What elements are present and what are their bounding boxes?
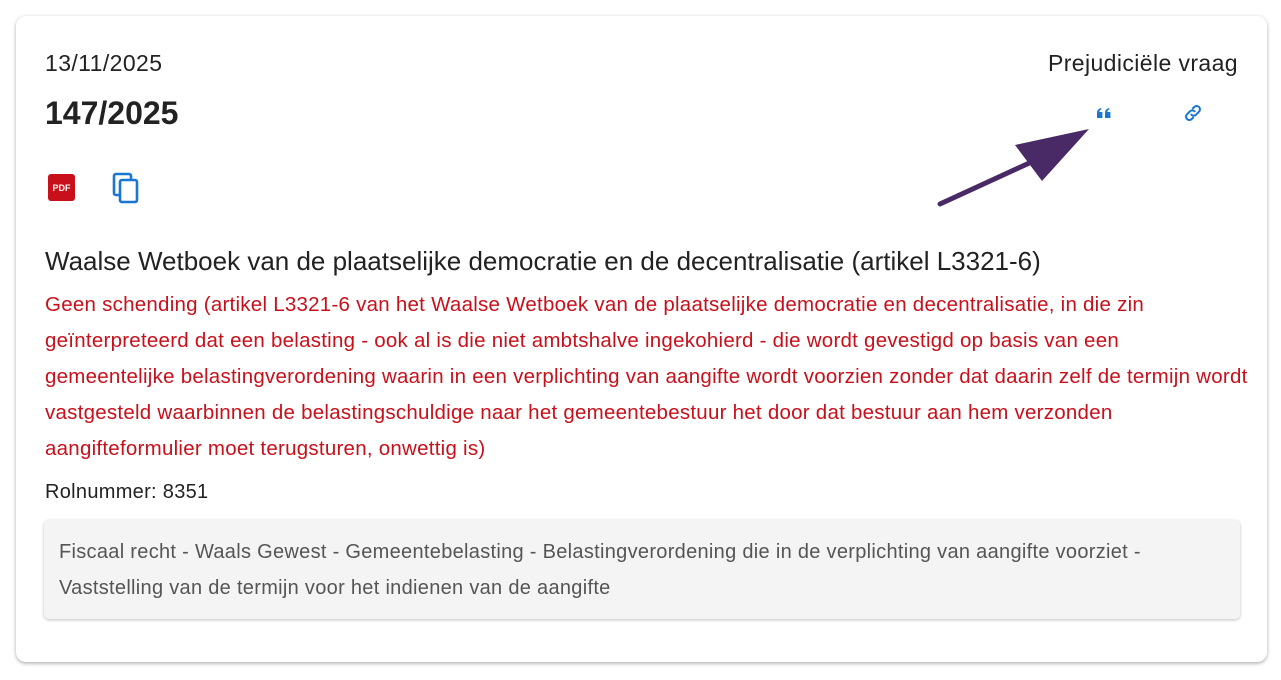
quote-icon: [1097, 108, 1111, 118]
quote-button[interactable]: [1093, 102, 1115, 124]
keywords-box: Fiscaal recht - Waals Gewest - Gemeenteb…: [44, 520, 1240, 619]
link-icon: [1185, 105, 1201, 121]
judgment-type: Prejudiciële vraag: [1047, 50, 1238, 76]
link-button[interactable]: [1181, 101, 1205, 125]
judgment-date: 13/11/2025: [45, 50, 163, 76]
pdf-button[interactable]: PDF: [48, 174, 75, 201]
pdf-icon-label: PDF: [52, 182, 71, 193]
judgment-card: 13/11/2025 Prejudiciële vraag 147/2025 P…: [16, 16, 1267, 662]
copy-button[interactable]: [111, 172, 141, 204]
annotation-arrow: [937, 129, 1089, 207]
rolnummer: Rolnummer: 8351: [45, 481, 209, 503]
law-title: Waalse Wetboek van de plaatselijke democ…: [45, 246, 1041, 276]
judgment-number: 147/2025: [45, 95, 179, 131]
decision-summary: Geen schending (artikel L3321-6 van het …: [45, 293, 1248, 460]
copy-icon: [112, 172, 139, 204]
